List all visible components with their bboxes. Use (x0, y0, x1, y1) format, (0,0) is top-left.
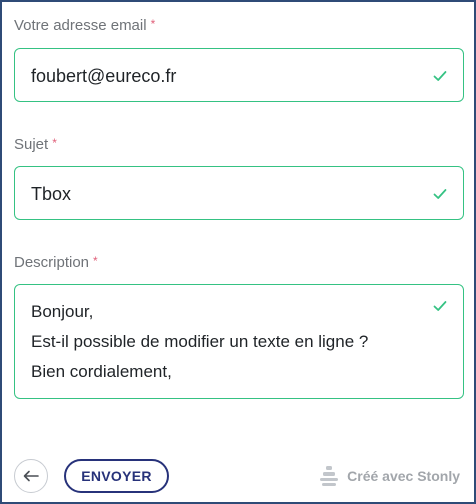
email-label-text: Votre adresse email (14, 17, 147, 34)
description-label: Description * (14, 254, 98, 271)
email-value: foubert@eureco.fr (31, 66, 177, 86)
check-icon (433, 189, 447, 199)
check-icon (433, 71, 447, 81)
subject-value: Tbox (31, 184, 72, 204)
description-label-text: Description (14, 254, 90, 271)
required-marker: * (93, 254, 98, 268)
back-button[interactable] (14, 459, 48, 493)
description-text: Bonjour, Est-il possible de modifier un … (31, 297, 423, 387)
stonly-brand-link[interactable]: Créé avec Stonly (319, 464, 460, 488)
required-marker: * (150, 17, 156, 31)
subject-label: Sujet * (14, 136, 57, 153)
description-line: Bonjour, (31, 302, 94, 321)
subject-label-text: Sujet (14, 136, 49, 153)
required-marker: * (52, 136, 57, 150)
subject-field[interactable]: Tbox (14, 166, 464, 220)
arrow-left-icon (23, 470, 39, 482)
description-textarea[interactable]: Bonjour, Est-il possible de modifier un … (14, 284, 464, 399)
check-icon (433, 301, 447, 311)
description-line: Est-il possible de modifier un texte en … (31, 332, 369, 351)
form-panel: Votre adresse email * foubert@eureco.fr S… (0, 0, 476, 504)
email-label: Votre adresse email * (14, 17, 155, 34)
brand-text: Créé avec Stonly (347, 468, 460, 484)
stonly-logo-icon (320, 466, 339, 486)
description-line: Bien cordialement, (31, 362, 172, 381)
send-button[interactable]: ENVOYER (64, 459, 169, 493)
email-field[interactable]: foubert@eureco.fr (14, 48, 464, 102)
